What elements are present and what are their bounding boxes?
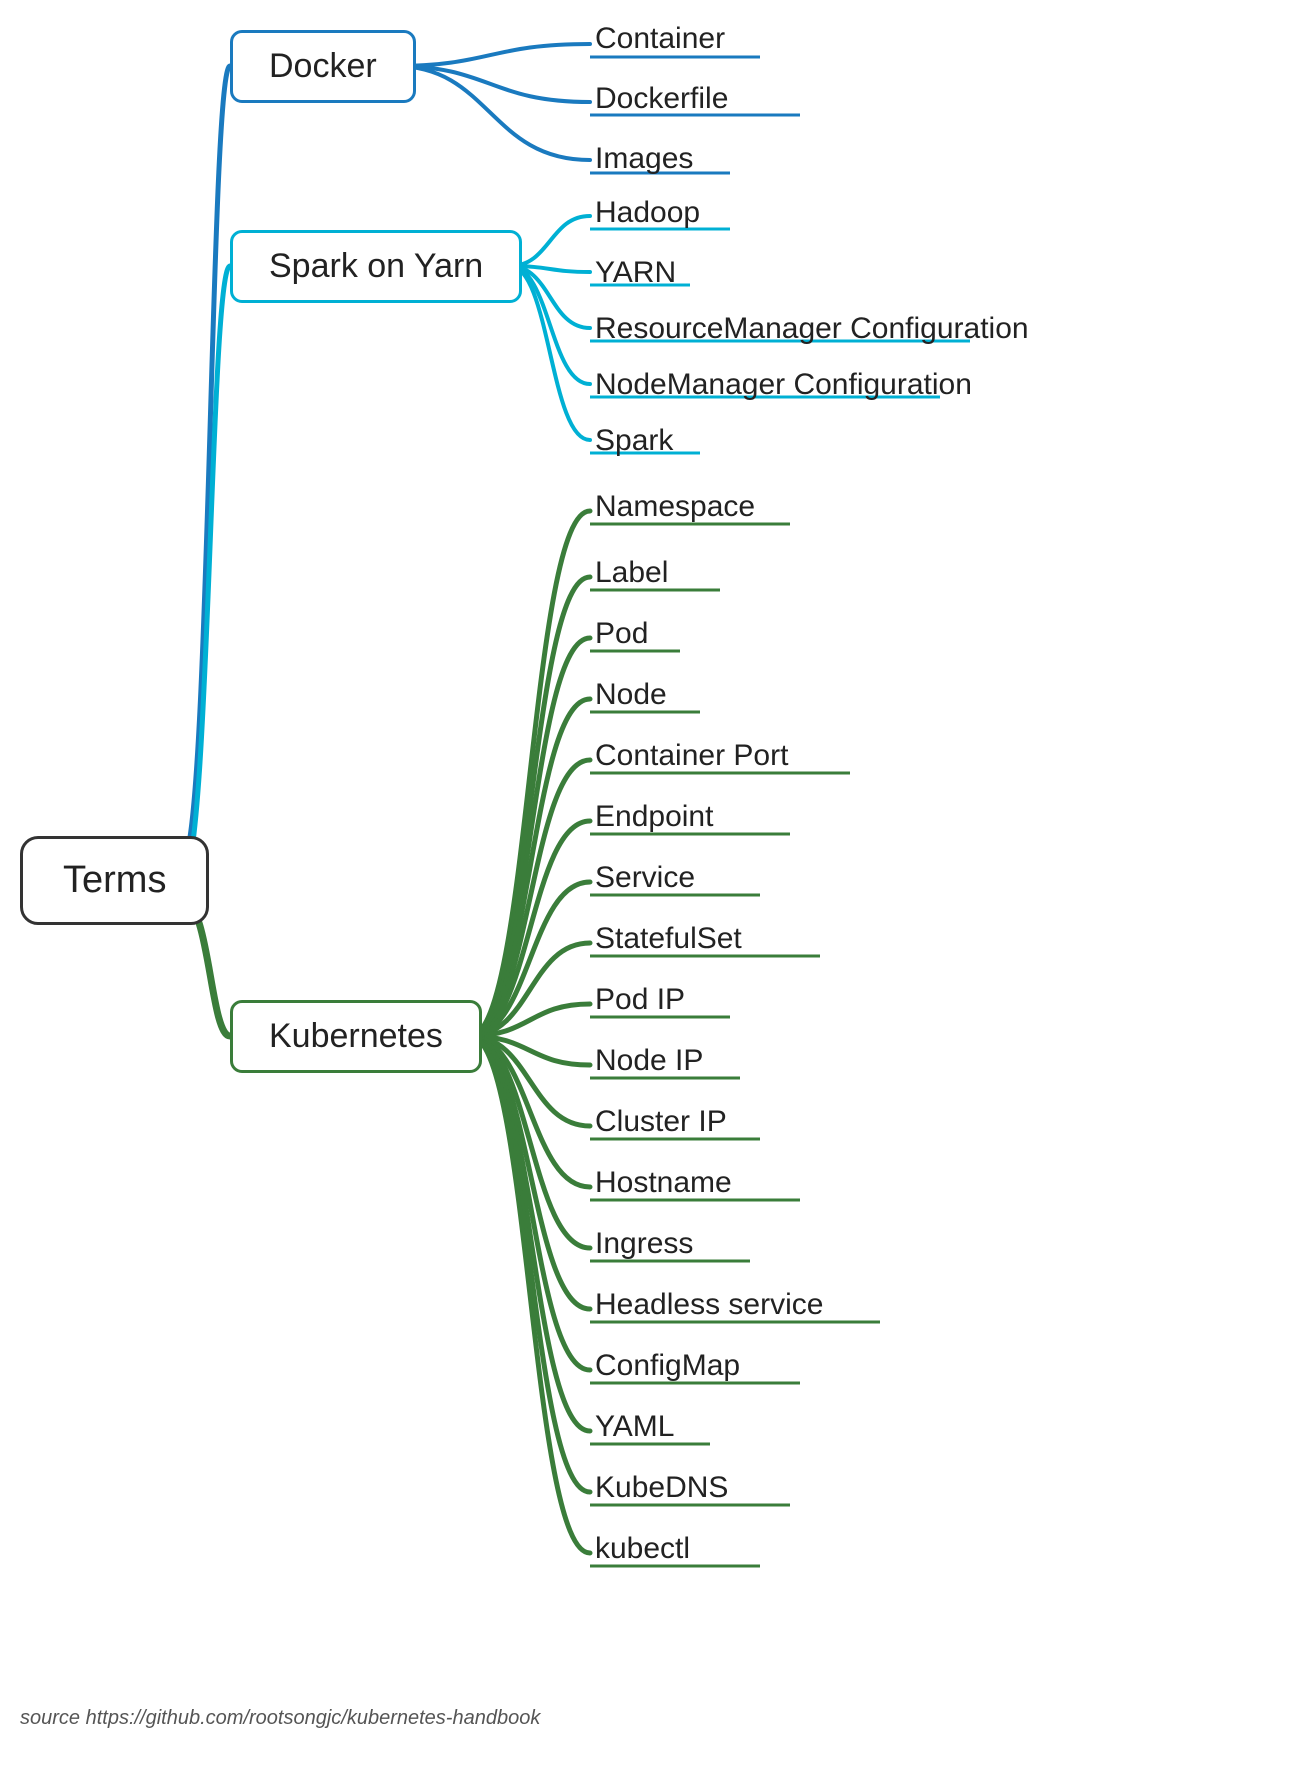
leaf-configmap: ConfigMap bbox=[595, 1349, 740, 1383]
leaf-kubectl: kubectl bbox=[595, 1532, 690, 1566]
leaf-resourcemanager: ResourceManager Configuration bbox=[595, 312, 1029, 346]
source-text: source https://github.com/rootsongjc/kub… bbox=[20, 1707, 540, 1730]
leaf-yaml: YAML bbox=[595, 1410, 674, 1444]
leaf-dockerfile: Dockerfile bbox=[595, 82, 728, 116]
docker-node: Docker bbox=[230, 30, 416, 103]
leaf-yarn: YARN bbox=[595, 256, 676, 290]
leaf-label: Label bbox=[595, 556, 668, 590]
spark-node: Spark on Yarn bbox=[230, 230, 522, 303]
kubernetes-node: Kubernetes bbox=[230, 1000, 482, 1073]
leaf-statefulset: StatefulSet bbox=[595, 922, 742, 956]
leaf-images: Images bbox=[595, 142, 693, 176]
leaf-container: Container bbox=[595, 22, 725, 56]
terms-node: Terms bbox=[20, 836, 209, 925]
leaf-node: Node bbox=[595, 678, 667, 712]
leaf-cluster-ip: Cluster IP bbox=[595, 1105, 727, 1139]
leaf-pod-ip: Pod IP bbox=[595, 983, 685, 1017]
leaf-spark: Spark bbox=[595, 424, 673, 458]
leaf-service: Service bbox=[595, 861, 695, 895]
leaf-endpoint: Endpoint bbox=[595, 800, 713, 834]
mind-map: Terms Docker Spark on Yarn Kubernetes Co… bbox=[0, 0, 1312, 1766]
leaf-ingress: Ingress bbox=[595, 1227, 693, 1261]
leaf-kubedns: KubeDNS bbox=[595, 1471, 728, 1505]
leaf-pod: Pod bbox=[595, 617, 648, 651]
terms-label: Terms bbox=[63, 859, 166, 901]
leaf-namespace: Namespace bbox=[595, 490, 755, 524]
leaf-hostname: Hostname bbox=[595, 1166, 732, 1200]
leaf-nodemanager: NodeManager Configuration bbox=[595, 368, 972, 402]
kubernetes-label: Kubernetes bbox=[269, 1017, 443, 1055]
leaf-container-port: Container Port bbox=[595, 739, 788, 773]
leaf-node-ip: Node IP bbox=[595, 1044, 703, 1078]
leaf-headless-service: Headless service bbox=[595, 1288, 823, 1322]
spark-label: Spark on Yarn bbox=[269, 247, 483, 285]
leaf-hadoop: Hadoop bbox=[595, 196, 700, 230]
docker-label: Docker bbox=[269, 47, 377, 85]
